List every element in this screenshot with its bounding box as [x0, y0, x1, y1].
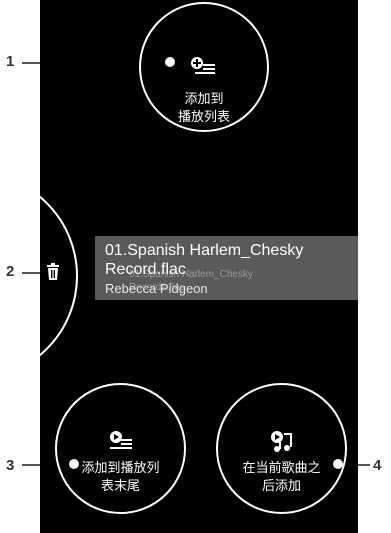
add-after-current-button[interactable]: 在当前歌曲之 后添加: [216, 383, 347, 514]
add-to-end-button[interactable]: 添加到播放列 表末尾: [55, 383, 186, 514]
callout-dot-3: [69, 459, 79, 469]
callout-number-2: 2: [6, 263, 15, 280]
track-artist: Rebecca Pidgeon: [105, 281, 208, 296]
queue-end-icon: [109, 431, 132, 449]
callout-number-4: 4: [373, 457, 382, 474]
add-after-current-label: 在当前歌曲之 后添加: [242, 460, 321, 493]
callout-number-3: 3: [6, 457, 15, 474]
callout-dot-4: [333, 459, 343, 469]
add-to-playlist-button[interactable]: 添加到 播放列表: [139, 2, 269, 132]
trash-icon[interactable]: [44, 263, 62, 281]
device-screen: 添加到 播放列表 01.Spanish Harlem_Chesky Record…: [40, 0, 358, 533]
track-info-card: 01.Spanish Harlem_Chesky Records.flac 01…: [95, 236, 358, 300]
callout-dot-1: [165, 57, 175, 67]
track-title: 01.Spanish Harlem_Chesky Record.flac: [105, 242, 304, 278]
play-next-icon: [270, 431, 292, 452]
callout-number-1: 1: [6, 53, 15, 70]
add-to-playlist-label: 添加到 播放列表: [177, 91, 230, 124]
playlist-add-icon: [191, 57, 215, 74]
